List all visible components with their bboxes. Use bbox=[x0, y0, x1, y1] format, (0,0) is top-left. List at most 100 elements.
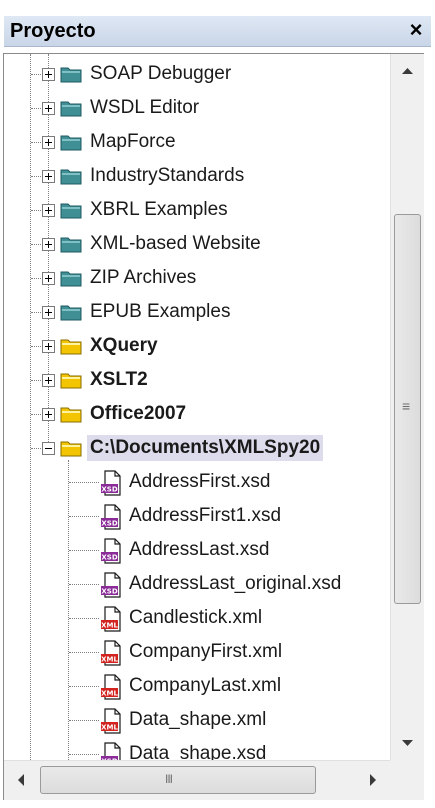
tree-folder-row[interactable]: XSLT2 bbox=[4, 366, 389, 398]
tree-file-label: AddressLast.xsd bbox=[129, 539, 270, 560]
xml-file-icon: XML bbox=[100, 674, 122, 700]
tree-file-label: CompanyFirst.xml bbox=[129, 641, 283, 662]
tree-file-label: Candlestick.xml bbox=[129, 607, 263, 628]
tree-file-row[interactable]: XSD AddressLast_original.xsd bbox=[4, 570, 389, 602]
tree-folder-row[interactable]: ZIP Archives bbox=[4, 264, 389, 296]
folder-icon bbox=[60, 99, 82, 117]
chevron-down-icon bbox=[402, 740, 413, 746]
tree-file-label: Data_shape.xsd bbox=[129, 743, 267, 760]
chevron-left-icon bbox=[18, 774, 24, 786]
folder-icon bbox=[60, 303, 82, 321]
expand-icon[interactable] bbox=[42, 102, 55, 115]
expand-icon[interactable] bbox=[42, 272, 55, 285]
folder-icon bbox=[60, 133, 82, 151]
tree-folder-row[interactable]: MapForce bbox=[4, 128, 389, 160]
tree-file-row[interactable]: XML CompanyFirst.xml bbox=[4, 638, 389, 670]
grip-icon: ≡ bbox=[402, 398, 411, 414]
tree-file-row[interactable]: XSD AddressLast.xsd bbox=[4, 536, 389, 568]
tree-folder-row[interactable]: Office2007 bbox=[4, 400, 389, 432]
tree-file-label: AddressLast_original.xsd bbox=[129, 573, 342, 594]
tree-connector bbox=[69, 754, 99, 755]
folder-icon bbox=[60, 405, 82, 423]
tree-file-row[interactable]: XML Candlestick.xml bbox=[4, 604, 389, 636]
tree-folder-label: EPUB Examples bbox=[90, 301, 231, 322]
expand-icon[interactable] bbox=[42, 374, 55, 387]
tree-folder-row[interactable]: WSDL Editor bbox=[4, 94, 389, 126]
svg-text:XSD: XSD bbox=[101, 486, 117, 494]
folder-icon bbox=[60, 167, 82, 185]
horizontal-scrollbar[interactable]: III bbox=[4, 760, 390, 800]
tree-folder-label: MapForce bbox=[90, 131, 176, 152]
tree-file-label: AddressFirst1.xsd bbox=[129, 505, 282, 526]
expand-icon[interactable] bbox=[42, 408, 55, 421]
svg-text:XSD: XSD bbox=[101, 554, 117, 562]
scroll-right-button[interactable] bbox=[356, 761, 390, 799]
xml-file-icon: XML bbox=[100, 708, 122, 734]
tree-file-label: CompanyLast.xml bbox=[129, 675, 282, 696]
tree-connector bbox=[69, 516, 99, 517]
tree-folder-label: C:\Documents\XMLSpy20 bbox=[87, 435, 324, 461]
xml-file-icon: XML bbox=[100, 606, 122, 632]
expand-icon[interactable] bbox=[42, 136, 55, 149]
project-tree-frame: SOAP Debugger WSDL Editor MapForce Industry… bbox=[3, 53, 424, 800]
svg-text:XML: XML bbox=[101, 656, 118, 664]
horizontal-scroll-thumb[interactable]: III bbox=[40, 766, 316, 794]
chevron-right-icon bbox=[370, 774, 376, 786]
panel-titlebar: Proyecto × bbox=[4, 16, 431, 47]
expand-icon[interactable] bbox=[42, 68, 55, 81]
vertical-scrollbar[interactable]: ≡ bbox=[390, 54, 424, 760]
expand-icon[interactable] bbox=[42, 204, 55, 217]
tree-file-row[interactable]: XML CompanyLast.xml bbox=[4, 672, 389, 704]
tree-connector bbox=[69, 618, 99, 619]
xsd-file-icon: XSD bbox=[100, 470, 122, 496]
xsd-file-icon: XSD bbox=[100, 504, 122, 530]
tree-file-label: AddressFirst.xsd bbox=[129, 471, 271, 492]
tree-folder-row[interactable]: IndustryStandards bbox=[4, 162, 389, 194]
tree-folder-row[interactable]: XQuery bbox=[4, 332, 389, 364]
close-button[interactable]: × bbox=[405, 18, 427, 42]
tree-folder-label: XML-based Website bbox=[90, 233, 261, 254]
tree-folder-label: IndustryStandards bbox=[90, 165, 245, 186]
tree-folder-label: Office2007 bbox=[90, 403, 187, 424]
scrollbar-corner bbox=[390, 760, 424, 800]
project-panel: Proyecto × SOAP Debugger WSDL Editor MapFo… bbox=[0, 0, 435, 808]
svg-text:XSD: XSD bbox=[101, 588, 117, 596]
tree-file-row[interactable]: XSD AddressFirst1.xsd bbox=[4, 502, 389, 534]
project-tree[interactable]: SOAP Debugger WSDL Editor MapForce Industry… bbox=[4, 54, 389, 760]
folder-icon bbox=[60, 269, 82, 287]
tree-folder-row[interactable]: C:\Documents\XMLSpy20 bbox=[4, 434, 389, 466]
collapse-icon[interactable] bbox=[42, 442, 55, 455]
tree-file-row[interactable]: XML Data_shape.xml bbox=[4, 706, 389, 738]
folder-icon bbox=[60, 235, 82, 253]
tree-folder-label: XQuery bbox=[90, 335, 158, 356]
svg-text:XML: XML bbox=[101, 622, 118, 630]
svg-text:XSD: XSD bbox=[101, 520, 117, 528]
xsd-file-icon: XSD bbox=[100, 742, 122, 760]
tree-connector bbox=[69, 652, 99, 653]
scroll-left-button[interactable] bbox=[4, 761, 38, 799]
scroll-up-button[interactable] bbox=[391, 54, 424, 88]
svg-text:XML: XML bbox=[101, 724, 118, 732]
vertical-scroll-thumb[interactable]: ≡ bbox=[394, 214, 421, 604]
tree-folder-row[interactable]: EPUB Examples bbox=[4, 298, 389, 330]
chevron-up-icon bbox=[402, 68, 413, 74]
xml-file-icon: XML bbox=[100, 640, 122, 666]
scroll-down-button[interactable] bbox=[391, 726, 424, 760]
tree-file-row[interactable]: XSD Data_shape.xsd bbox=[4, 740, 389, 760]
xsd-file-icon: XSD bbox=[100, 572, 122, 598]
tree-connector bbox=[69, 720, 99, 721]
tree-folder-label: SOAP Debugger bbox=[90, 63, 232, 84]
tree-folder-row[interactable]: XBRL Examples bbox=[4, 196, 389, 228]
expand-icon[interactable] bbox=[42, 340, 55, 353]
expand-icon[interactable] bbox=[42, 238, 55, 251]
tree-file-row[interactable]: XSD AddressFirst.xsd bbox=[4, 468, 389, 500]
tree-connector bbox=[69, 584, 99, 585]
expand-icon[interactable] bbox=[42, 170, 55, 183]
expand-icon[interactable] bbox=[42, 306, 55, 319]
grip-icon: III bbox=[165, 772, 173, 786]
tree-folder-row[interactable]: SOAP Debugger bbox=[4, 60, 389, 92]
tree-connector bbox=[69, 686, 99, 687]
panel-title: Proyecto bbox=[10, 20, 96, 42]
tree-connector bbox=[69, 550, 99, 551]
tree-folder-row[interactable]: XML-based Website bbox=[4, 230, 389, 262]
